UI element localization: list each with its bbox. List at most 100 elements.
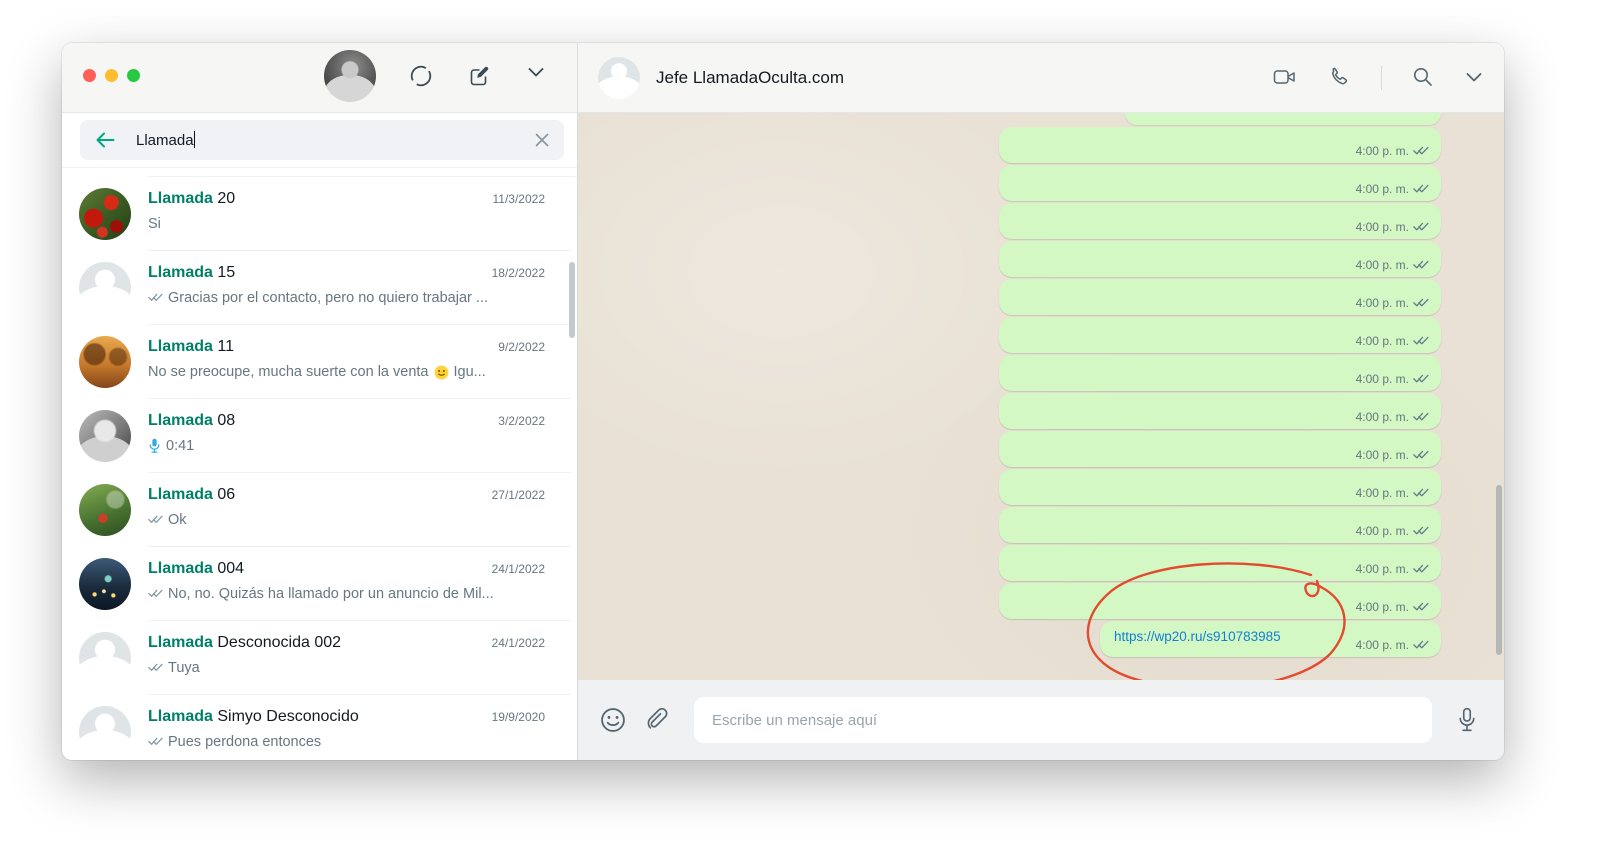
- chat-list-item[interactable]: Llamada Simyo Desconocido 19/9/2020 Pues p…: [62, 695, 577, 760]
- chat-preview: Tuya: [148, 660, 537, 676]
- outgoing-message-bubble: https://wp20.ru/s910783985 4:00 p. m.: [1100, 621, 1441, 657]
- message-time: 4:00 p. m.: [1356, 296, 1429, 310]
- chat-avatar: [79, 410, 131, 462]
- message-time: 4:00 p. m.: [1356, 410, 1429, 424]
- composer: Escribe un mensaje aquí: [578, 680, 1504, 760]
- outgoing-message-bubble: 4:00 p. m.: [999, 165, 1441, 201]
- message-time: 4:00 p. m.: [1356, 562, 1429, 576]
- double-check-icon: [1413, 374, 1429, 384]
- search-row: Llamada: [62, 113, 577, 168]
- chat-name: Llamada Simyo Desconocido: [148, 708, 359, 725]
- chat-avatar: [79, 484, 131, 536]
- chat-list-item[interactable]: Llamada 004 24/1/2022 No, no. Quizás ha ll…: [62, 547, 577, 621]
- chat-date: 24/1/2022: [491, 636, 545, 650]
- double-check-icon: [1413, 298, 1429, 308]
- chat-avatar: [79, 632, 131, 684]
- chat-pane: Jefe LlamadaOculta.com 4:00 p. m. 4:00 p…: [577, 43, 1504, 760]
- message-time: 4:00 p. m.: [1356, 182, 1429, 196]
- search-icon[interactable]: [1412, 66, 1436, 90]
- chat-preview: No, no. Quizás ha llamado por un anuncio…: [148, 586, 537, 602]
- minimize-window-button[interactable]: [105, 69, 118, 82]
- chat-preview: Si: [148, 216, 161, 232]
- message-time: 4:00 p. m.: [1356, 638, 1429, 652]
- message-time: 4:00 p. m.: [1356, 220, 1429, 234]
- double-check-icon: [1413, 602, 1429, 612]
- double-check-icon: [1413, 146, 1429, 156]
- sidebar-toolbar: [62, 43, 577, 113]
- emoji-icon[interactable]: [600, 707, 626, 733]
- outgoing-message-bubble: 4:00 p. m.: [999, 241, 1441, 277]
- header-divider: [1381, 65, 1382, 90]
- message-input[interactable]: Escribe un mensaje aquí: [694, 697, 1432, 743]
- sidebar: Llamada Llamada 20 11/3/2022 Si Llamada 15 1…: [62, 43, 577, 760]
- profile-avatar[interactable]: [324, 50, 376, 102]
- double-check-icon: [1413, 184, 1429, 194]
- double-check-icon: [148, 737, 163, 746]
- double-check-icon: [1413, 412, 1429, 422]
- message-area: 4:00 p. m. 4:00 p. m. 4:00 p. m. 4:00 p. m.…: [578, 113, 1504, 680]
- text-caret: [193, 131, 196, 148]
- outgoing-message-bubble: 4:00 p. m.: [999, 279, 1441, 315]
- chat-list-item[interactable]: Llamada 08 3/2/2022 0:41: [62, 399, 577, 473]
- attach-icon[interactable]: [644, 707, 670, 733]
- contact-avatar[interactable]: [598, 56, 640, 99]
- outgoing-message-bubble: 4:00 p. m.: [999, 355, 1441, 391]
- chat-list-item[interactable]: Llamada 06 27/1/2022 Ok: [62, 473, 577, 547]
- smiley-emoji-icon: [434, 365, 449, 380]
- message-list: 4:00 p. m. 4:00 p. m. 4:00 p. m. 4:00 p. m.…: [999, 113, 1441, 657]
- chat-date: 27/1/2022: [491, 488, 545, 502]
- message-time: 4:00 p. m.: [1356, 258, 1429, 272]
- sidebar-scrollbar[interactable]: [569, 262, 575, 338]
- status-icon[interactable]: [409, 64, 433, 88]
- chat-name: Llamada 004: [148, 560, 245, 577]
- search-input[interactable]: Llamada: [80, 120, 564, 160]
- chat-preview: Ok: [148, 512, 537, 528]
- chevron-down-icon[interactable]: [528, 68, 552, 84]
- chat-avatar: [79, 336, 131, 388]
- message-time: 4:00 p. m.: [1356, 486, 1429, 500]
- double-check-icon: [1413, 526, 1429, 536]
- outgoing-message-bubble: 4:00 p. m.: [999, 507, 1441, 543]
- chat-date: 9/2/2022: [498, 340, 545, 354]
- app-window: Llamada Llamada 20 11/3/2022 Si Llamada 15 1…: [62, 43, 1504, 760]
- chat-preview: 0:41: [148, 438, 537, 454]
- message-link[interactable]: https://wp20.ru/s910783985: [1114, 629, 1281, 644]
- zoom-window-button[interactable]: [127, 69, 140, 82]
- double-check-icon: [1413, 488, 1429, 498]
- chat-date: 24/1/2022: [491, 562, 545, 576]
- double-check-icon: [148, 515, 163, 524]
- clear-search-icon[interactable]: [534, 132, 550, 148]
- voice-note-mic-icon: [148, 438, 161, 454]
- chat-list-item[interactable]: Llamada 20 11/3/2022 Si: [62, 177, 577, 251]
- chevron-down-icon[interactable]: [1466, 66, 1482, 90]
- chat-preview: No se preocupe, mucha suerte con la vent…: [148, 364, 486, 380]
- chat-list-item[interactable]: Llamada Desconocida 002 24/1/2022 Tuya: [62, 621, 577, 695]
- chat-name: Llamada 15: [148, 264, 236, 281]
- chat-avatar: [79, 188, 131, 240]
- chat-name: Llamada 08: [148, 412, 236, 429]
- voice-call-icon[interactable]: [1327, 66, 1351, 90]
- chat-list-item[interactable]: Llamada 11 9/2/2022 No se preocupe, mucha …: [62, 325, 577, 399]
- chat-name: Llamada 20: [148, 190, 236, 207]
- back-arrow-icon[interactable]: [94, 129, 116, 151]
- chat-date: 18/2/2022: [491, 266, 545, 280]
- message-input-placeholder: Escribe un mensaje aquí: [712, 711, 878, 729]
- chat-avatar: [79, 706, 131, 758]
- chat-avatar: [79, 558, 131, 610]
- double-check-icon: [1413, 222, 1429, 232]
- mic-icon[interactable]: [1456, 707, 1482, 733]
- video-call-icon[interactable]: [1273, 66, 1297, 90]
- partial-message-bubble: [1125, 113, 1441, 125]
- new-chat-icon[interactable]: [467, 64, 491, 88]
- chat-scrollbar[interactable]: [1496, 485, 1502, 655]
- chat-preview: Gracias por el contacto, pero no quiero …: [148, 290, 537, 306]
- chat-list-item[interactable]: Llamada 15 18/2/2022 Gracias por el contac…: [62, 251, 577, 325]
- double-check-icon: [1413, 640, 1429, 650]
- outgoing-message-bubble: 4:00 p. m.: [999, 583, 1441, 619]
- double-check-icon: [148, 663, 163, 672]
- close-window-button[interactable]: [83, 69, 96, 82]
- double-check-icon: [1413, 336, 1429, 346]
- double-check-icon: [1413, 564, 1429, 574]
- chat-preview: Pues perdona entonces: [148, 734, 537, 750]
- chat-date: 3/2/2022: [498, 414, 545, 428]
